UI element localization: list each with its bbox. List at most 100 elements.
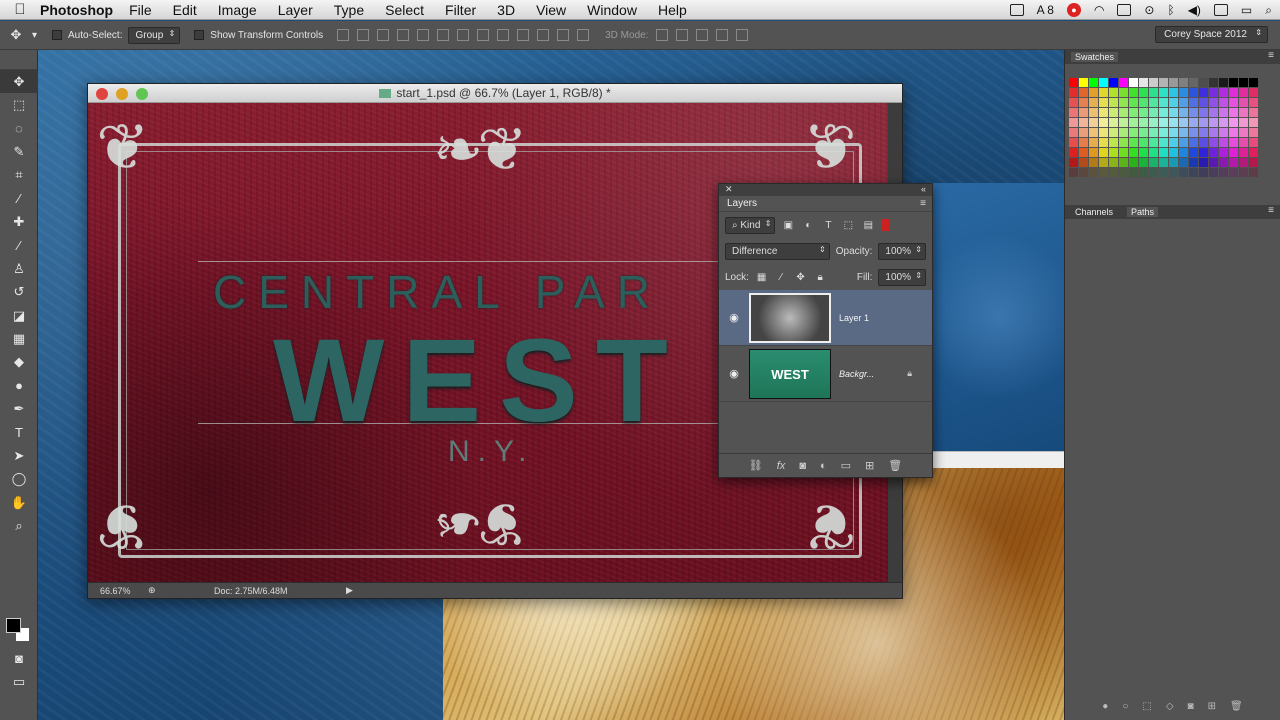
color-swatch[interactable] xyxy=(1179,128,1188,137)
layers-tab[interactable]: Layers ≡ xyxy=(719,196,932,212)
show-transform-checkbox[interactable] xyxy=(194,30,205,40)
hand-tool-icon[interactable]: ✋ xyxy=(0,491,38,514)
color-swatch[interactable] xyxy=(1199,98,1208,107)
color-swatch[interactable] xyxy=(1149,88,1158,97)
color-swatch[interactable] xyxy=(1189,98,1198,107)
color-swatch[interactable] xyxy=(1149,98,1158,107)
color-swatch[interactable] xyxy=(1119,98,1128,107)
brush-tool-icon[interactable]: ∕ xyxy=(0,234,38,257)
color-swatch[interactable] xyxy=(1099,88,1108,97)
color-swatch[interactable] xyxy=(1249,138,1258,147)
close-window-button[interactable] xyxy=(96,88,108,100)
color-swatch[interactable] xyxy=(1129,118,1138,127)
color-swatch[interactable] xyxy=(1169,138,1178,147)
color-swatch[interactable] xyxy=(1089,118,1098,127)
menu-view[interactable]: View xyxy=(536,2,566,18)
color-swatch[interactable] xyxy=(1239,158,1248,167)
delete-path-icon[interactable]: 🗑︎ xyxy=(1230,701,1243,712)
load-selection-icon[interactable]: ⬚ xyxy=(1142,701,1151,712)
color-swatch[interactable] xyxy=(1199,148,1208,157)
tool-preset-picker[interactable]: ▾ xyxy=(32,30,52,41)
layer-thumbnail[interactable]: WEST xyxy=(749,348,831,399)
color-swatch[interactable] xyxy=(1069,98,1078,107)
color-swatch[interactable] xyxy=(1069,118,1078,127)
color-swatch[interactable] xyxy=(1249,148,1258,157)
add-mask-icon[interactable]: ◙ xyxy=(1188,701,1194,712)
menu-select[interactable]: Select xyxy=(385,2,424,18)
layers-panel-grip[interactable]: ✕ « xyxy=(719,184,932,196)
color-swatch[interactable] xyxy=(1249,128,1258,137)
history-brush-icon[interactable]: ↺ xyxy=(0,281,38,304)
3d-slide-icon[interactable] xyxy=(716,29,729,41)
filter-adjustment-icon[interactable]: ◐ xyxy=(801,218,815,232)
color-swatch[interactable] xyxy=(1249,88,1258,97)
color-swatch[interactable] xyxy=(1099,138,1108,147)
color-swatch[interactable] xyxy=(1109,128,1118,137)
color-swatch[interactable] xyxy=(1149,158,1158,167)
time-machine-icon[interactable]: ⊙ xyxy=(1144,3,1154,17)
color-swatch[interactable] xyxy=(1139,118,1148,127)
stroke-path-icon[interactable]: ○ xyxy=(1122,701,1128,712)
color-swatch[interactable] xyxy=(1229,108,1238,117)
display-icon[interactable] xyxy=(1117,4,1132,16)
screen-mode-icon[interactable]: ▭ xyxy=(0,670,38,693)
color-swatch[interactable] xyxy=(1089,78,1098,87)
menu-file[interactable]: File xyxy=(129,2,152,18)
color-swatch[interactable] xyxy=(1219,108,1228,117)
color-swatch[interactable] xyxy=(1079,128,1088,137)
color-swatch[interactable] xyxy=(1219,128,1228,137)
color-swatch[interactable] xyxy=(1219,138,1228,147)
move-tool-icon[interactable]: ✥ xyxy=(0,27,32,43)
distribute-vcenter-icon[interactable] xyxy=(477,29,490,41)
color-swatch[interactable] xyxy=(1239,88,1248,97)
color-swatch[interactable] xyxy=(1179,88,1188,97)
layer-row-layer1[interactable]: ◉ Layer 1 xyxy=(719,290,932,346)
color-swatch[interactable] xyxy=(1159,158,1168,167)
ellipse-tool-icon[interactable]: ◯ xyxy=(0,468,38,491)
marquee-tool-icon[interactable]: ⬚ xyxy=(0,93,38,116)
color-swatch[interactable] xyxy=(1169,78,1178,87)
color-swatch[interactable] xyxy=(1249,158,1258,167)
color-swatch[interactable] xyxy=(1109,148,1118,157)
layer-name[interactable]: Layer 1 xyxy=(839,313,869,323)
color-swatch[interactable] xyxy=(1189,88,1198,97)
color-swatch[interactable] xyxy=(1169,118,1178,127)
3d-drag-icon[interactable] xyxy=(696,29,709,41)
color-swatch[interactable] xyxy=(1139,128,1148,137)
visibility-eye-icon[interactable]: ◉ xyxy=(719,311,749,324)
color-swatch[interactable] xyxy=(1179,148,1188,157)
color-swatch[interactable] xyxy=(1199,128,1208,137)
color-swatch[interactable] xyxy=(1219,88,1228,97)
color-swatch[interactable] xyxy=(1159,78,1168,87)
color-swatch[interactable] xyxy=(1149,118,1158,127)
color-swatch[interactable] xyxy=(1249,108,1258,117)
color-swatch[interactable] xyxy=(1189,168,1198,177)
3d-rotate-icon[interactable] xyxy=(656,29,669,41)
color-swatch[interactable] xyxy=(1139,78,1148,87)
workspace-dropdown[interactable]: Corey Space 2012 xyxy=(1155,26,1268,43)
auto-select-checkbox[interactable] xyxy=(52,30,62,40)
menu-3d[interactable]: 3D xyxy=(497,2,515,18)
color-swatch[interactable] xyxy=(1119,128,1128,137)
color-swatch[interactable] xyxy=(1089,98,1098,107)
color-swatch[interactable] xyxy=(1159,138,1168,147)
color-swatch[interactable] xyxy=(1209,138,1218,147)
foreground-color-swatch[interactable] xyxy=(6,618,21,633)
color-swatch[interactable] xyxy=(1229,88,1238,97)
color-swatch[interactable] xyxy=(1139,158,1148,167)
color-swatch[interactable] xyxy=(1119,108,1128,117)
color-swatch[interactable] xyxy=(1169,98,1178,107)
crop-tool-icon[interactable]: ⌗ xyxy=(0,164,38,187)
new-layer-icon[interactable]: ⊞ xyxy=(865,459,874,472)
color-swatch[interactable] xyxy=(1129,148,1138,157)
color-swatch[interactable] xyxy=(1129,168,1138,177)
eraser-tool-icon[interactable]: ◪ xyxy=(0,304,38,327)
color-swatch[interactable] xyxy=(1099,118,1108,127)
auto-align-icon[interactable] xyxy=(577,29,590,41)
color-swatch[interactable] xyxy=(1229,128,1238,137)
color-swatch[interactable] xyxy=(1119,158,1128,167)
color-swatch[interactable] xyxy=(1249,118,1258,127)
color-swatch[interactable] xyxy=(1229,138,1238,147)
color-swatch[interactable] xyxy=(1219,168,1228,177)
color-swatch[interactable] xyxy=(1159,148,1168,157)
